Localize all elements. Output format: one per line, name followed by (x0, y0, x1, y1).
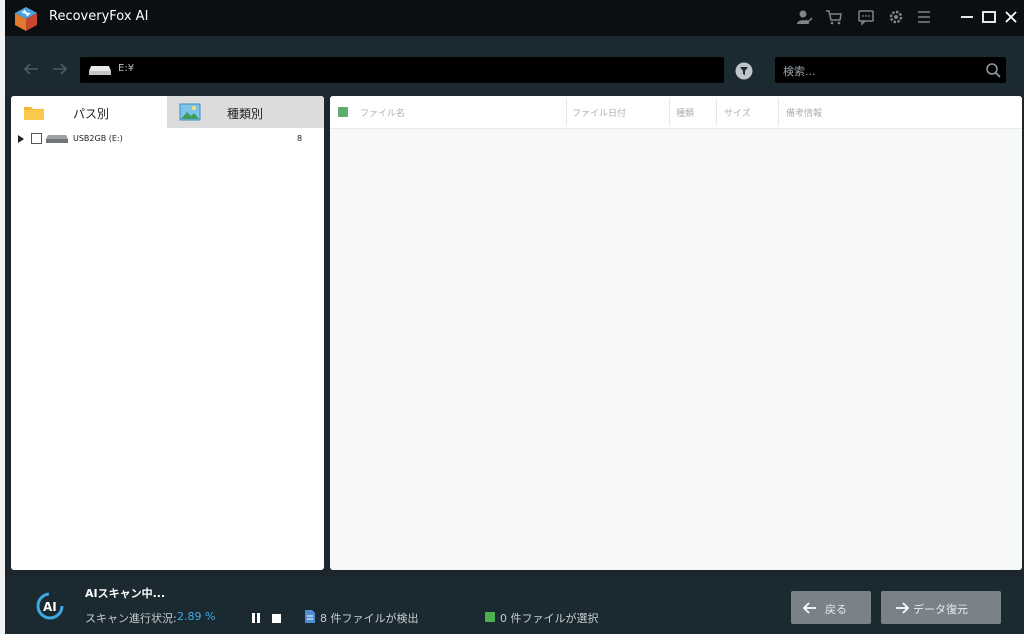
tree-item-count: 8 (297, 134, 303, 143)
search-icon[interactable] (984, 61, 1002, 79)
account-icon[interactable] (795, 8, 813, 26)
back-arrow-icon (803, 602, 816, 614)
expand-arrow-icon[interactable] (18, 135, 24, 143)
status-footer: AI AIスキャン中... スキャン進行状況: 2.89 % 8 件ファイルが検… (5, 577, 1024, 634)
forward-arrow-icon (896, 602, 909, 614)
select-all-checkbox[interactable] (338, 107, 348, 117)
settings-gear-icon[interactable] (887, 8, 905, 26)
scan-progress-value: 2.89 % (177, 610, 216, 623)
files-found-count: 8 件ファイルが検出 (320, 612, 419, 625)
column-filename[interactable]: ファイル名 (360, 106, 405, 119)
menu-icon[interactable] (915, 8, 933, 26)
tab-type[interactable]: 種類別 (167, 96, 324, 128)
feedback-icon[interactable] (857, 8, 875, 26)
path-bar[interactable]: E:¥ (80, 57, 724, 83)
column-separator (669, 98, 670, 126)
tree-item-usb-drive[interactable]: USB2GB (E:) 8 (11, 130, 324, 148)
cart-icon[interactable] (825, 8, 843, 26)
column-separator (716, 98, 717, 126)
pause-icon[interactable] (251, 613, 261, 623)
column-notes[interactable]: 備考情報 (786, 106, 822, 119)
recover-button-label: データ復元 (913, 603, 968, 616)
tab-path[interactable]: パス別 (11, 96, 167, 128)
app-title: RecoveryFox AI (49, 9, 149, 24)
background-edge (0, 0, 5, 634)
files-selected-count: 0 件ファイルが選択 (500, 612, 599, 625)
filter-icon[interactable] (735, 62, 753, 80)
path-toolbar: E:¥ (5, 36, 1024, 94)
maximize-icon[interactable] (979, 7, 999, 27)
scan-status-title: AIスキャン中... (85, 587, 166, 600)
column-separator (566, 98, 567, 126)
title-bar: RecoveryFox AI (5, 0, 1024, 36)
back-arrow-icon[interactable] (22, 62, 40, 76)
minimize-icon[interactable] (957, 7, 977, 27)
tree-item-label: USB2GB (E:) (73, 134, 123, 143)
left-panel: パス別 種類別 USB2GB (E:) 8 (11, 96, 324, 570)
column-file-date[interactable]: ファイル日付 (572, 106, 626, 119)
recover-button[interactable]: データ復元 (881, 591, 1001, 624)
path-text: E:¥ (118, 63, 135, 74)
ai-scan-icon: AI (36, 592, 64, 620)
close-icon[interactable] (1001, 7, 1021, 27)
app-logo-icon (15, 7, 37, 31)
column-type[interactable]: 種類 (676, 106, 694, 119)
stop-icon[interactable] (272, 614, 281, 623)
file-found-icon (305, 610, 315, 623)
search-input[interactable] (781, 60, 975, 82)
selected-check-icon (485, 612, 495, 622)
tab-path-label: パス別 (73, 107, 110, 121)
search-box[interactable] (775, 57, 1006, 83)
table-header: ファイル名 ファイル日付 種類 サイズ 備考情報 (330, 96, 1022, 129)
column-separator (778, 98, 779, 126)
tab-type-label: 種類別 (227, 107, 264, 121)
image-type-icon (179, 103, 201, 121)
scan-progress-label: スキャン進行状況: (85, 612, 177, 625)
back-button-label: 戻る (825, 603, 847, 616)
tree-checkbox[interactable] (31, 133, 42, 144)
column-size[interactable]: サイズ (724, 106, 751, 119)
forward-arrow-icon[interactable] (51, 62, 69, 76)
svg-text:AI: AI (43, 600, 57, 614)
usb-drive-icon (46, 135, 68, 143)
drive-icon (89, 66, 111, 75)
back-button[interactable]: 戻る (791, 591, 871, 624)
file-list-panel: ファイル名 ファイル日付 種類 サイズ 備考情報 (330, 96, 1022, 570)
folder-icon (24, 107, 44, 120)
